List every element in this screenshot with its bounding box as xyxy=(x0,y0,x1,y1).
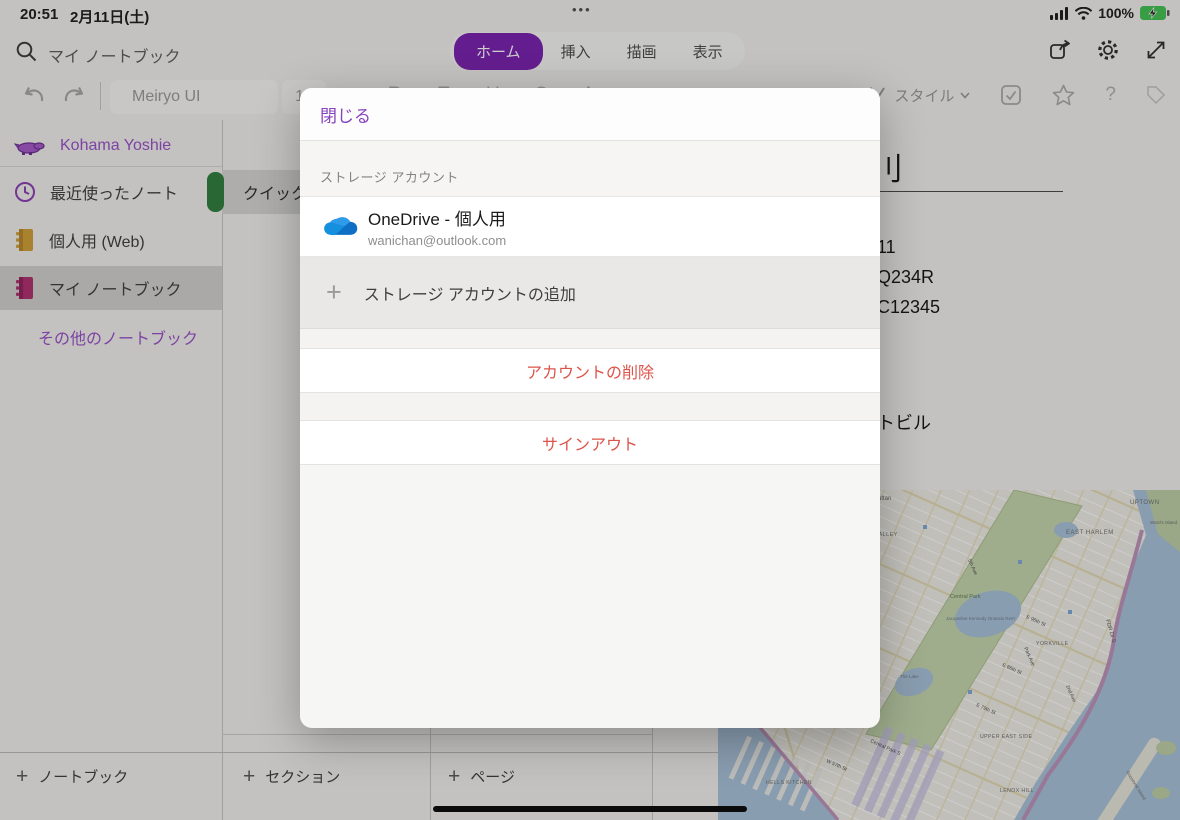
modal-spacer xyxy=(300,329,880,349)
home-indicator[interactable] xyxy=(433,806,747,812)
add-storage-account-row[interactable]: + ストレージ アカウントの追加 xyxy=(300,257,880,329)
onedrive-account-row[interactable]: OneDrive - 個人用 wanichan@outlook.com xyxy=(300,196,880,257)
onenote-ipad-screen: 20:51 2月11日(土) ••• 100% マイ ノートブック ホーム 挿入… xyxy=(0,0,1180,820)
modal-header: 閉じる xyxy=(300,88,880,141)
add-storage-account-label: ストレージ アカウントの追加 xyxy=(363,286,576,304)
section-header-label: ストレージ アカウント xyxy=(320,170,459,185)
close-button[interactable]: 閉じる xyxy=(320,102,371,127)
delete-account-button[interactable]: アカウントの削除 xyxy=(300,349,880,393)
sign-out-button[interactable]: サインアウト xyxy=(300,421,880,465)
account-email: wanichan@outlook.com xyxy=(368,233,507,248)
storage-accounts-section: ストレージ アカウント xyxy=(300,142,880,196)
onedrive-cloud-icon xyxy=(324,216,358,235)
modal-spacer xyxy=(300,393,880,421)
account-display-name: OneDrive - 個人用 xyxy=(368,210,506,229)
account-settings-modal: 閉じる ストレージ アカウント OneDrive - 個人用 wanichan@… xyxy=(300,88,880,728)
plus-icon: + xyxy=(326,277,342,307)
